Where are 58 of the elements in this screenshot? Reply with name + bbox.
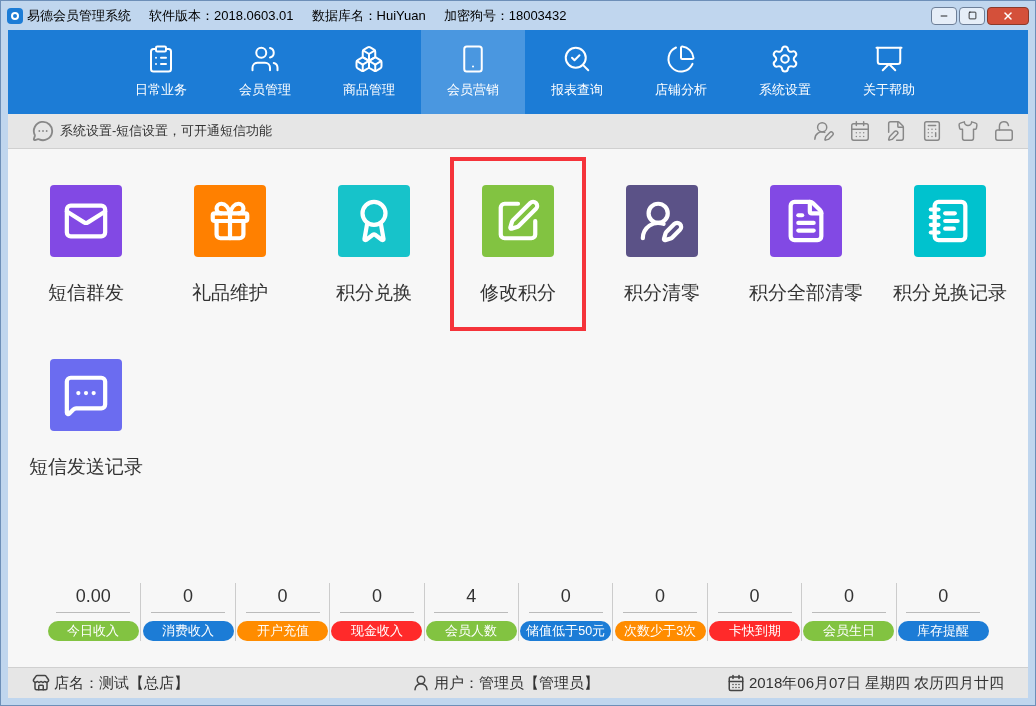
nav-tab[interactable]: 会员管理 bbox=[213, 30, 317, 114]
calendar-icon[interactable] bbox=[848, 119, 872, 143]
user-edit-icon[interactable] bbox=[812, 119, 836, 143]
feature-tile[interactable]: 短信群发 bbox=[18, 157, 154, 331]
gear-icon bbox=[770, 44, 800, 75]
stat-value: 0 bbox=[339, 583, 414, 613]
boxes-icon bbox=[354, 44, 384, 75]
stat-label[interactable]: 卡快到期 bbox=[709, 621, 801, 641]
stat-label[interactable]: 库存提醒 bbox=[897, 621, 989, 641]
app-logo-icon bbox=[7, 7, 23, 24]
lock-icon[interactable] bbox=[992, 119, 1016, 143]
user-icon bbox=[412, 674, 430, 692]
store-name: 店名：测试【总店】 bbox=[54, 672, 189, 693]
close-button[interactable] bbox=[987, 6, 1029, 25]
maximize-button[interactable] bbox=[959, 6, 985, 25]
feature-tile[interactable]: 积分全部清零 bbox=[738, 157, 874, 331]
user-name: 用户：管理员【管理员】 bbox=[434, 672, 599, 693]
feature-tile[interactable]: 积分清零 bbox=[594, 157, 730, 331]
stat-value: 0 bbox=[151, 583, 226, 613]
feature-tile[interactable]: 积分兑换记录 bbox=[882, 157, 1018, 331]
close-icon bbox=[1002, 9, 1014, 22]
window-title: 易德会员管理系统 bbox=[27, 6, 131, 25]
minimize-button[interactable] bbox=[931, 6, 957, 25]
dongle-text: 加密狗号：18003432 bbox=[443, 6, 567, 25]
stat-label[interactable]: 消费收入 bbox=[142, 621, 234, 641]
feature-tile[interactable]: 积分兑换 bbox=[306, 157, 442, 331]
maximize-icon bbox=[967, 11, 977, 20]
nav-tab[interactable]: 日常业务 bbox=[109, 30, 213, 114]
stat-value: 4 bbox=[434, 583, 509, 613]
chat-icon bbox=[32, 120, 54, 142]
feature-tile[interactable]: 修改积分 bbox=[450, 157, 586, 331]
stat-value: 0 bbox=[623, 583, 698, 613]
stat-value: 0 bbox=[811, 583, 886, 613]
feature-tile[interactable]: 礼品维护 bbox=[162, 157, 298, 331]
calendar-icon bbox=[726, 674, 745, 692]
stat-value: 0 bbox=[245, 583, 320, 613]
nav-tab[interactable]: 报表查询 bbox=[525, 30, 629, 114]
pie-chart-icon bbox=[666, 44, 696, 75]
notice-text: 系统设置-短信设置，可开通短信功能 bbox=[60, 122, 273, 141]
stat-label[interactable]: 开户充值 bbox=[237, 621, 328, 641]
nav-tab[interactable]: 会员营销 bbox=[421, 30, 525, 114]
stat-value: 0 bbox=[528, 583, 603, 613]
nav-tab[interactable]: 商品管理 bbox=[317, 30, 421, 114]
nav-tab[interactable]: 关于帮助 bbox=[837, 30, 941, 114]
database-text: 数据库名：HuiYuan bbox=[311, 6, 426, 25]
stat-label[interactable]: 次数少于3次 bbox=[614, 621, 706, 641]
stat-value: 0 bbox=[906, 583, 981, 613]
store-icon bbox=[32, 674, 50, 692]
nav-tab[interactable]: 系统设置 bbox=[733, 30, 837, 114]
stat-label[interactable]: 储值低于50元 bbox=[520, 621, 612, 641]
stat-label[interactable]: 现金收入 bbox=[331, 621, 423, 641]
shirt-icon[interactable] bbox=[956, 119, 980, 143]
version-text: 软件版本：2018.0603.01 bbox=[149, 6, 294, 25]
feature-tile[interactable]: 短信发送记录 bbox=[18, 331, 154, 505]
nav-tab[interactable]: 店铺分析 bbox=[629, 30, 733, 114]
stat-value: 0 bbox=[717, 583, 792, 613]
stat-value: 0.00 bbox=[56, 583, 131, 613]
date-text: 2018年06月07日 星期四 农历四月廿四 bbox=[748, 672, 1004, 693]
